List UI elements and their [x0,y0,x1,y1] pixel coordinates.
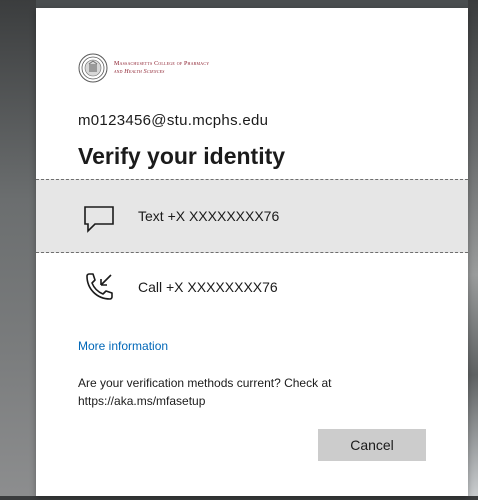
message-icon [84,206,114,233]
college-name-line1: Massachusetts College of Pharmacy [114,61,210,67]
call-option-label: Call +X XXXXXXXX76 [138,279,278,295]
text-option[interactable]: Text +X XXXXXXXX76 [36,179,468,253]
account-email: m0123456@stu.mcphs.edu [78,112,269,129]
text-option-label: Text +X XXXXXXXX76 [138,208,280,224]
college-seal-icon [78,53,108,83]
page-title: Verify your identity [78,143,286,169]
verification-methods-note: Are your verification methods current? C… [78,376,332,408]
college-name: Massachusetts College of Pharmacy and He… [114,60,209,76]
call-option[interactable]: Call +X XXXXXXXX76 [36,251,468,323]
background-right [468,0,478,500]
cancel-button[interactable]: Cancel [318,429,426,461]
organization-logo: Massachusetts College of Pharmacy and He… [78,53,209,83]
background-left [0,0,36,500]
verify-identity-dialog: Massachusetts College of Pharmacy and He… [36,8,468,496]
college-name-line2: and Health Sciences [114,69,165,75]
phone-call-icon [86,273,113,300]
background-bottom [0,496,478,500]
more-information-link[interactable]: More information [78,339,168,353]
